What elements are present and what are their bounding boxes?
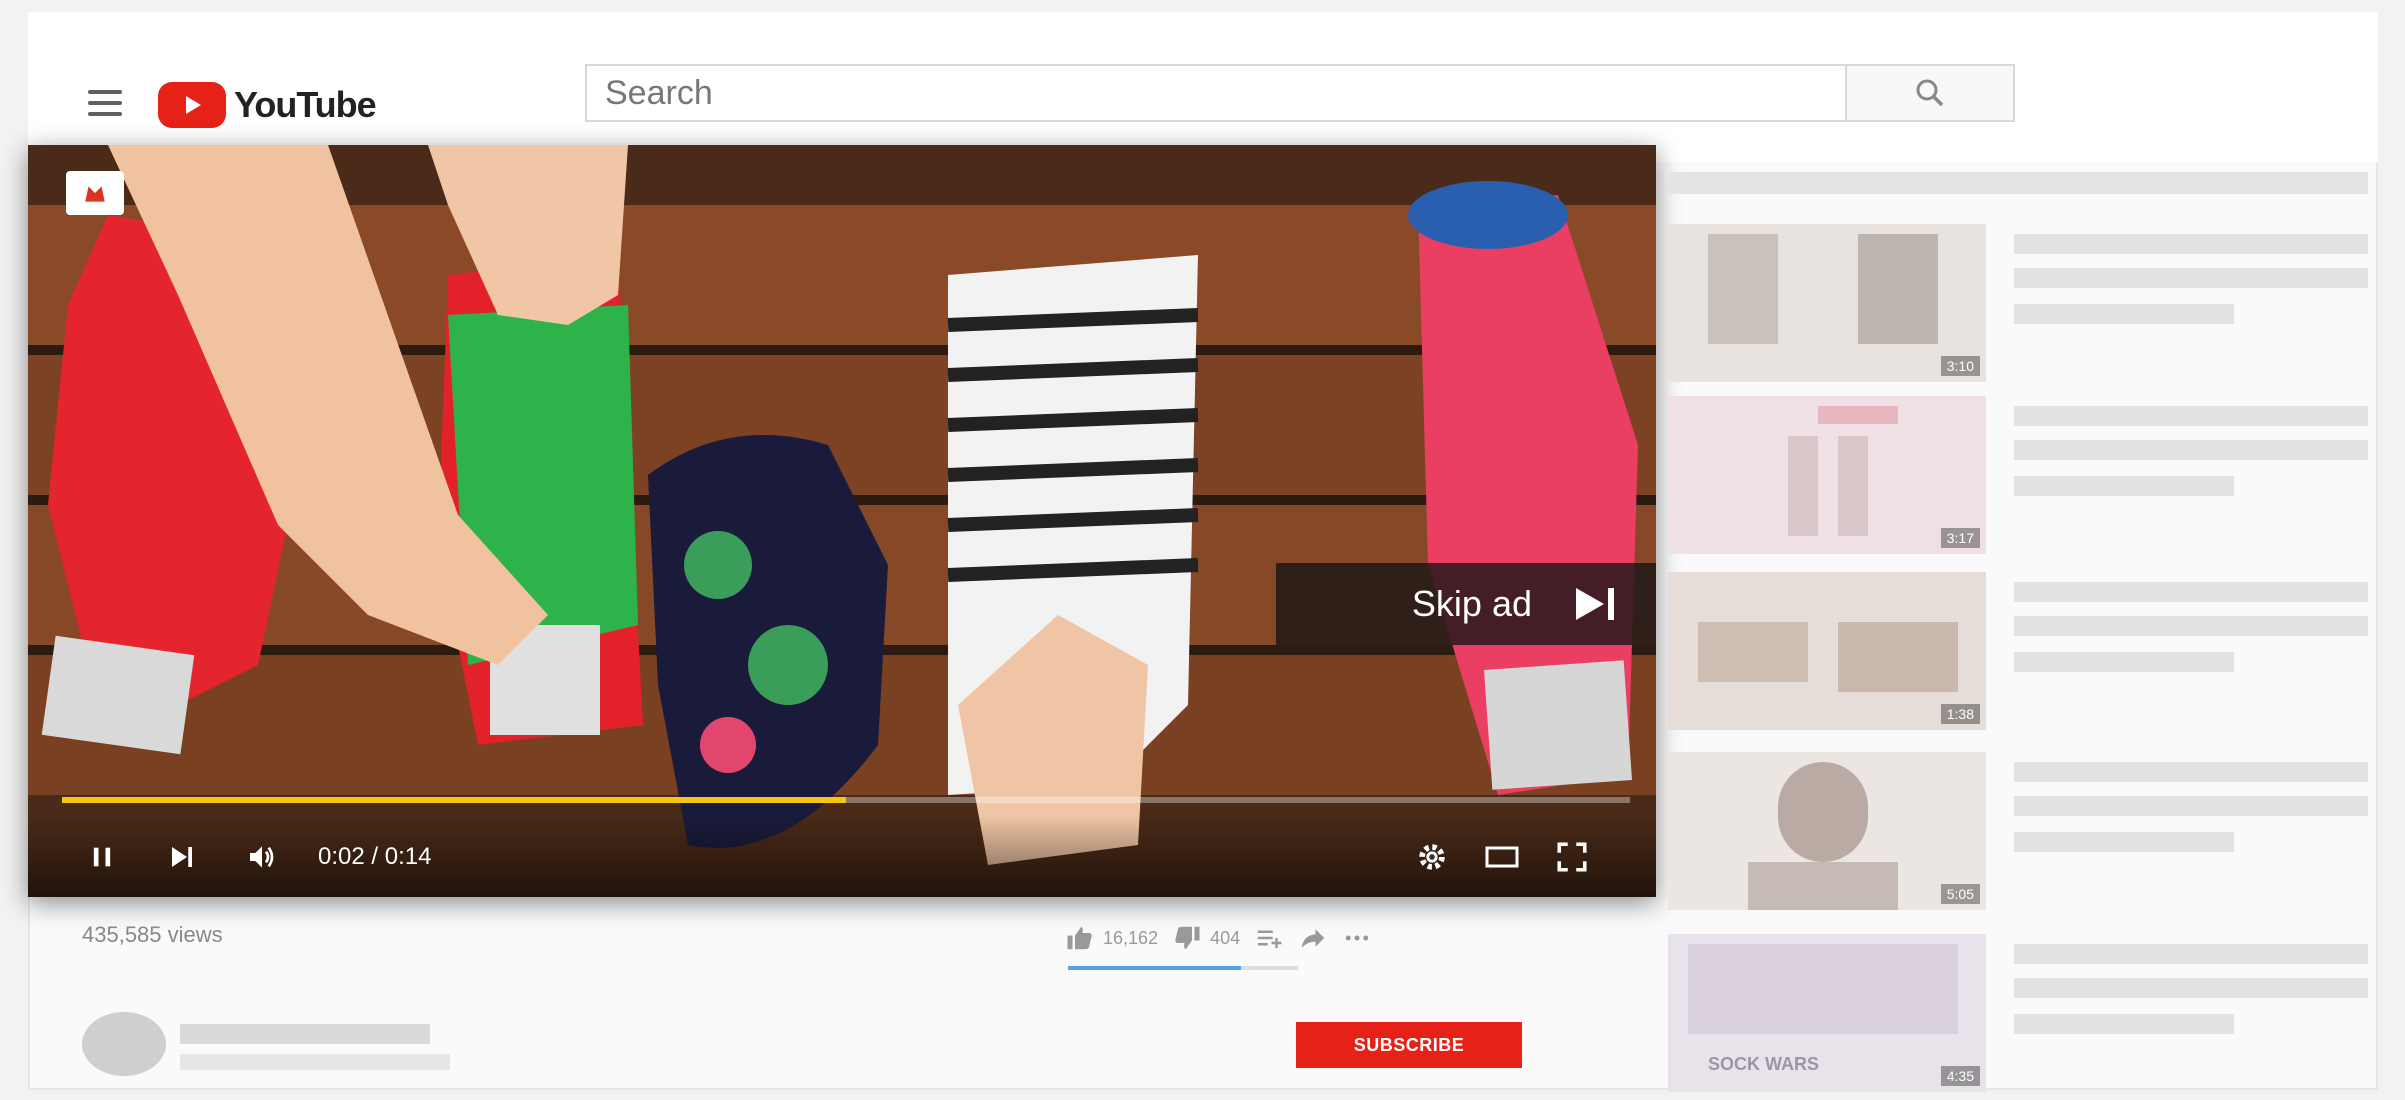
sidebar-header-placeholder [1668,172,2368,194]
youtube-page: YouTube Search Skip ad 0:02 / 0:14 435,5… [28,12,2378,1092]
player-controls: 0:02 / 0:14 [28,815,1656,897]
channel-subtitle-placeholder [180,1054,450,1070]
video-duration: 1:38 [1940,704,1980,724]
video-thumbnail: SOCK WARS 4:35 [1668,934,1986,1092]
recommended-video[interactable]: 5:05 [1668,752,2368,910]
dislike-count: 404 [1210,927,1241,948]
recommended-video[interactable]: 1:38 [1668,572,2368,730]
title-placeholder [2014,796,2368,816]
like-button[interactable]: 16,162 [1065,923,1158,953]
title-placeholder [2014,406,2368,426]
channel-avatar[interactable] [82,1012,166,1076]
skip-ad-label: Skip ad [1411,583,1532,624]
play-icon [158,82,226,128]
video-actions: 16,162 404 [1065,918,1372,958]
video-duration: 3:10 [1940,356,1980,376]
share-button[interactable] [1298,923,1328,953]
time-total: 0:14 [384,843,432,870]
theater-icon [1485,846,1519,868]
fullscreen-icon [1557,842,1587,872]
thumbnail-text: SOCK WARS [1708,1054,1820,1074]
thumbs-up-icon [1067,926,1092,950]
next-button[interactable] [158,833,206,881]
volume-button[interactable] [238,833,286,881]
gear-icon [1419,844,1445,870]
pause-icon [93,847,111,867]
like-count: 16,162 [1103,927,1159,948]
logo-text: YouTube [234,84,377,125]
video-duration: 4:35 [1940,1066,1980,1086]
title-placeholder [2014,762,2368,782]
more-icon [1345,935,1369,941]
fullscreen-button[interactable] [1548,833,1596,881]
meta-placeholder [2014,652,2234,672]
masthead: YouTube [28,12,2378,162]
add-to-playlist-button[interactable] [1254,923,1284,953]
video-duration: 5:05 [1940,884,1980,904]
video-player[interactable]: Skip ad 0:02 / 0:14 [28,145,1656,897]
video-frame [28,145,1656,897]
search-input[interactable] [585,64,1845,122]
view-count: 435,585 views [82,922,223,947]
meta-placeholder [2014,1014,2234,1034]
thumbs-down-icon [1175,926,1200,950]
skip-ad-button[interactable]: Skip ad [1276,563,1656,645]
advertiser-icon [85,186,105,202]
search-button[interactable] [1845,64,2015,122]
title-placeholder [2014,978,2368,998]
title-placeholder [2014,582,2368,602]
title-placeholder [2014,944,2368,964]
video-thumbnail: 3:17 [1668,396,1986,554]
channel-name-placeholder [180,1024,430,1044]
skip-next-icon [1576,588,1614,620]
recommended-video[interactable]: SOCK WARS 4:35 [1668,934,2368,1092]
time-separator: / [364,843,385,870]
time-display: 0:02 / 0:14 [318,843,431,871]
meta-placeholder [2014,304,2234,324]
title-placeholder [2014,440,2368,460]
theater-mode-button[interactable] [1478,833,1526,881]
next-icon [172,847,192,867]
video-duration: 3:17 [1940,528,1980,548]
title-placeholder [2014,268,2368,288]
title-placeholder [2014,616,2368,636]
video-thumbnail: 1:38 [1668,572,1986,730]
progress-fill [62,797,846,803]
video-thumbnail: 3:10 [1668,224,1986,382]
share-icon [1301,929,1325,948]
advertiser-logo[interactable] [66,171,124,215]
title-placeholder [2014,234,2368,254]
meta-placeholder [2014,832,2234,852]
search-bar [585,64,2015,122]
youtube-logo[interactable]: YouTube [158,82,377,128]
more-actions-button[interactable] [1342,923,1372,953]
meta-placeholder [2014,476,2234,496]
time-current: 0:02 [318,843,365,870]
settings-button[interactable] [1408,833,1456,881]
video-info: 435,585 views 16,162 404 SUBSCRIBE [28,912,1618,1090]
video-thumbnail: 5:05 [1668,752,1986,910]
playlist-add-icon [1257,930,1282,948]
pause-button[interactable] [78,833,126,881]
sentiment-bar [1068,966,1298,970]
volume-icon [250,846,274,868]
recommended-video[interactable]: 3:17 [1668,396,2368,554]
recommended-video[interactable]: 3:10 [1668,224,2368,382]
dislike-button[interactable]: 404 [1172,923,1240,953]
progress-bar[interactable] [62,797,1630,803]
search-icon [1916,79,1944,107]
subscribe-button[interactable]: SUBSCRIBE [1296,1022,1522,1068]
sentiment-fill [1068,966,1241,970]
menu-icon[interactable] [88,90,122,116]
